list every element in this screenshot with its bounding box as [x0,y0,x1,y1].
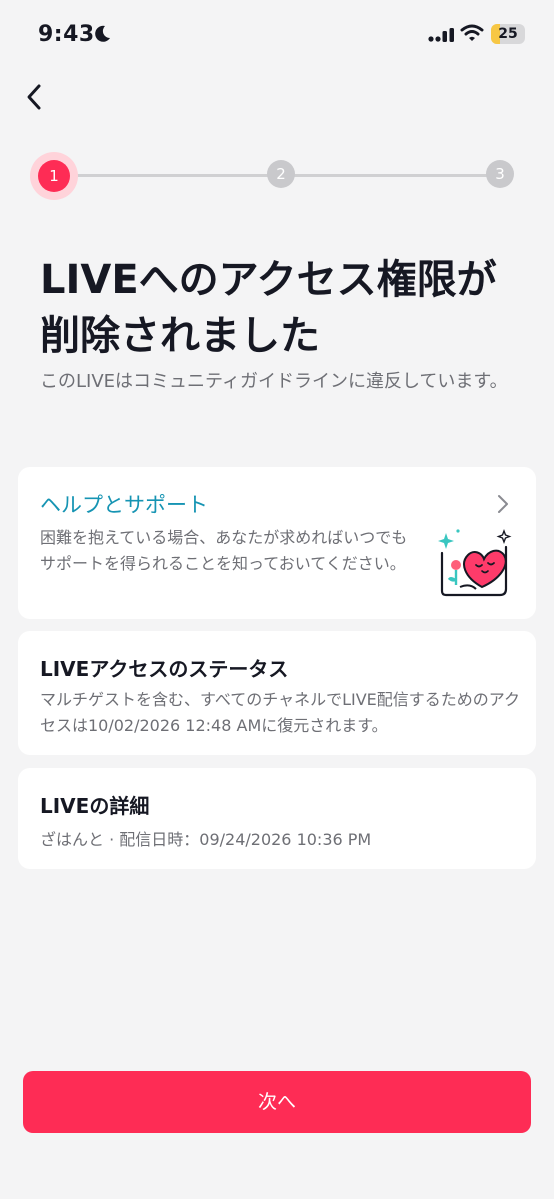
next-button[interactable]: 次へ [23,1071,531,1133]
signal-icon [428,28,454,42]
moon-icon [95,25,110,42]
step-1: 1 [38,160,70,192]
page-subtitle: このLIVEはコミュニティガイドラインに違反しています。 [40,371,508,392]
chevron-left-icon [27,84,41,110]
status-time: 9:43 [38,22,95,47]
live-details-meta: ざはんと · 配信日時：09/24/2026 10:36 PM [40,830,372,849]
status-bar: 9:43 25 [0,0,554,70]
step-3: 3 [486,160,514,188]
help-support-description: 困難を抱えている場合、あなたが求めればいつでもサポートを得られることを知っておい… [40,528,408,573]
step-2: 2 [267,160,295,188]
page-title-line-2: 削除されました [40,313,320,359]
progress-stepper: 1 2 3 [30,150,520,200]
live-access-status-title: LIVEアクセスのステータス [40,657,289,681]
live-access-status-description: マルチゲストを含む、すべてのチャネルでLIVE配信するためのアクセスは10/02… [40,690,520,735]
live-access-status-card: LIVEアクセスのステータス マルチゲストを含む、すべてのチャネルでLIVE配信… [18,631,536,755]
help-support-title: ヘルプとサポート [40,493,208,517]
battery-icon: 25 [491,24,525,44]
wifi-icon [460,24,484,41]
chevron-right-icon [498,495,508,513]
help-support-card[interactable]: ヘルプとサポート 困難を抱えている場合、あなたが求めればいつでもサポートを得られ… [18,467,536,619]
live-details-title: LIVEの詳細 [40,794,150,818]
back-button[interactable] [18,80,50,114]
live-access-removed-screen: 9:43 25 1 2 3 LIVEへのアクセス権限が 削除されました このLI… [0,0,554,1199]
page-title-line-1: LIVEへのアクセス権限が [40,257,497,303]
live-details-card: LIVEの詳細 ざはんと · 配信日時：09/24/2026 10:36 PM [18,768,536,869]
heart-hug-illustration [438,529,512,597]
page-title: LIVEへのアクセス権限が 削除されました [40,252,530,364]
battery-level: 25 [498,26,518,42]
